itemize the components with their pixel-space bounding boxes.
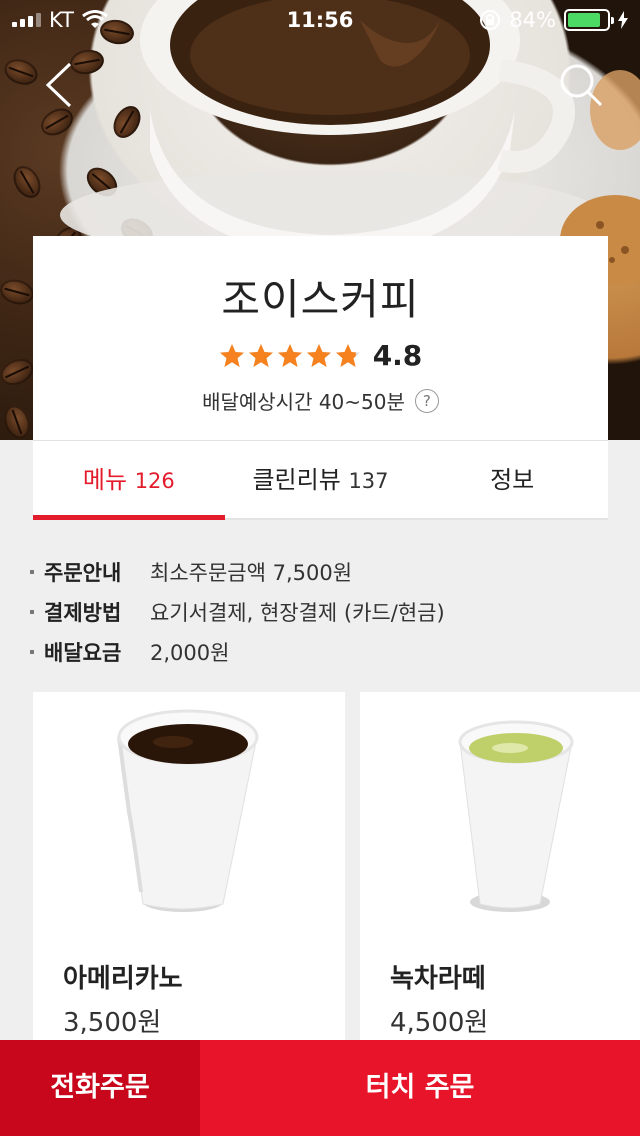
store-info-card: 조이스커피 4.8 배달예상시간 40~50분 ? — [33, 236, 608, 440]
status-bar: KT 11:56 84% — [0, 0, 640, 40]
help-icon[interactable]: ? — [414, 388, 439, 413]
tab-menu-label: 메뉴 — [82, 466, 128, 494]
star-icon — [306, 343, 331, 367]
order-info-row: 주문안내 최소주문금액 7,500원 — [30, 552, 445, 592]
order-info-key: 주문안내 — [44, 561, 122, 585]
store-tabs: 메뉴 126 클린리뷰 137 정보 — [33, 440, 608, 520]
bullet-icon — [30, 650, 34, 654]
tab-review-label: 클린리뷰 — [252, 466, 341, 494]
americano-photo — [33, 692, 345, 932]
star-icon — [335, 343, 360, 367]
menu-item-americano[interactable]: 아메리카노 3,500원 — [33, 692, 345, 1052]
menu-item-name: 아메리카노 — [63, 964, 183, 994]
greentea-latte-photo — [360, 692, 640, 932]
payment-info-value: 요기서결제, 현장결제 (카드/현금) — [150, 601, 445, 625]
phone-order-button[interactable]: 전화주문 — [0, 1040, 200, 1136]
search-button[interactable] — [558, 62, 604, 108]
battery-level — [568, 13, 600, 27]
back-button[interactable] — [40, 60, 80, 110]
store-rating: 4.8 — [33, 339, 608, 372]
payment-info-row: 결제방법 요기서결제, 현장결제 (카드/현금) — [30, 592, 445, 632]
rating-stars — [219, 343, 361, 369]
rating-score: 4.8 — [372, 339, 423, 372]
menu-item-name: 녹차라떼 — [390, 964, 486, 994]
tab-review-count: 137 — [348, 469, 389, 493]
delivery-time-row: 배달예상시간 40~50분 ? — [33, 386, 608, 415]
battery-icon — [564, 9, 614, 31]
delivery-time: 배달예상시간 40~50분 — [202, 390, 405, 414]
order-info-value: 최소주문금액 7,500원 — [150, 561, 353, 585]
menu-item-price: 4,500원 — [390, 1008, 489, 1038]
touch-order-button[interactable]: 터치 주문 — [200, 1040, 640, 1136]
orientation-lock-icon — [480, 10, 501, 30]
status-right-group: 84% — [479, 8, 628, 32]
payment-info-key: 결제방법 — [44, 601, 122, 625]
delivery-fee-key: 배달요금 — [44, 641, 122, 665]
star-icon — [248, 343, 273, 367]
bottom-order-bar: 전화주문 터치 주문 — [0, 1040, 640, 1136]
star-icon — [219, 343, 244, 367]
battery-percent: 84% — [509, 8, 556, 32]
menu-item-greentea-latte[interactable]: 녹차라떼 4,500원 — [360, 692, 640, 1052]
tab-clean-review[interactable]: 클린리뷰 137 — [225, 441, 417, 518]
tab-menu-count: 126 — [134, 469, 175, 493]
store-name: 조이스커피 — [221, 275, 420, 324]
delivery-fee-value: 2,000원 — [150, 641, 230, 665]
charging-bolt-icon — [618, 11, 628, 29]
delivery-fee-row: 배달요금 2,000원 — [30, 632, 445, 672]
menu-item-price: 3,500원 — [63, 1008, 162, 1038]
search-icon — [560, 64, 603, 107]
bullet-icon — [30, 610, 34, 614]
tab-info-label: 정보 — [490, 466, 535, 494]
menu-grid: 아메리카노 3,500원 녹차라떼 4,500원 — [33, 692, 640, 1052]
tab-info[interactable]: 정보 — [416, 441, 608, 518]
tab-menu[interactable]: 메뉴 126 — [33, 441, 225, 520]
order-info-list: 주문안내 최소주문금액 7,500원 결제방법 요기서결제, 현장결제 (카드/… — [30, 552, 445, 672]
bullet-icon — [30, 570, 34, 574]
star-icon — [277, 343, 302, 367]
chevron-left-icon — [45, 62, 72, 108]
